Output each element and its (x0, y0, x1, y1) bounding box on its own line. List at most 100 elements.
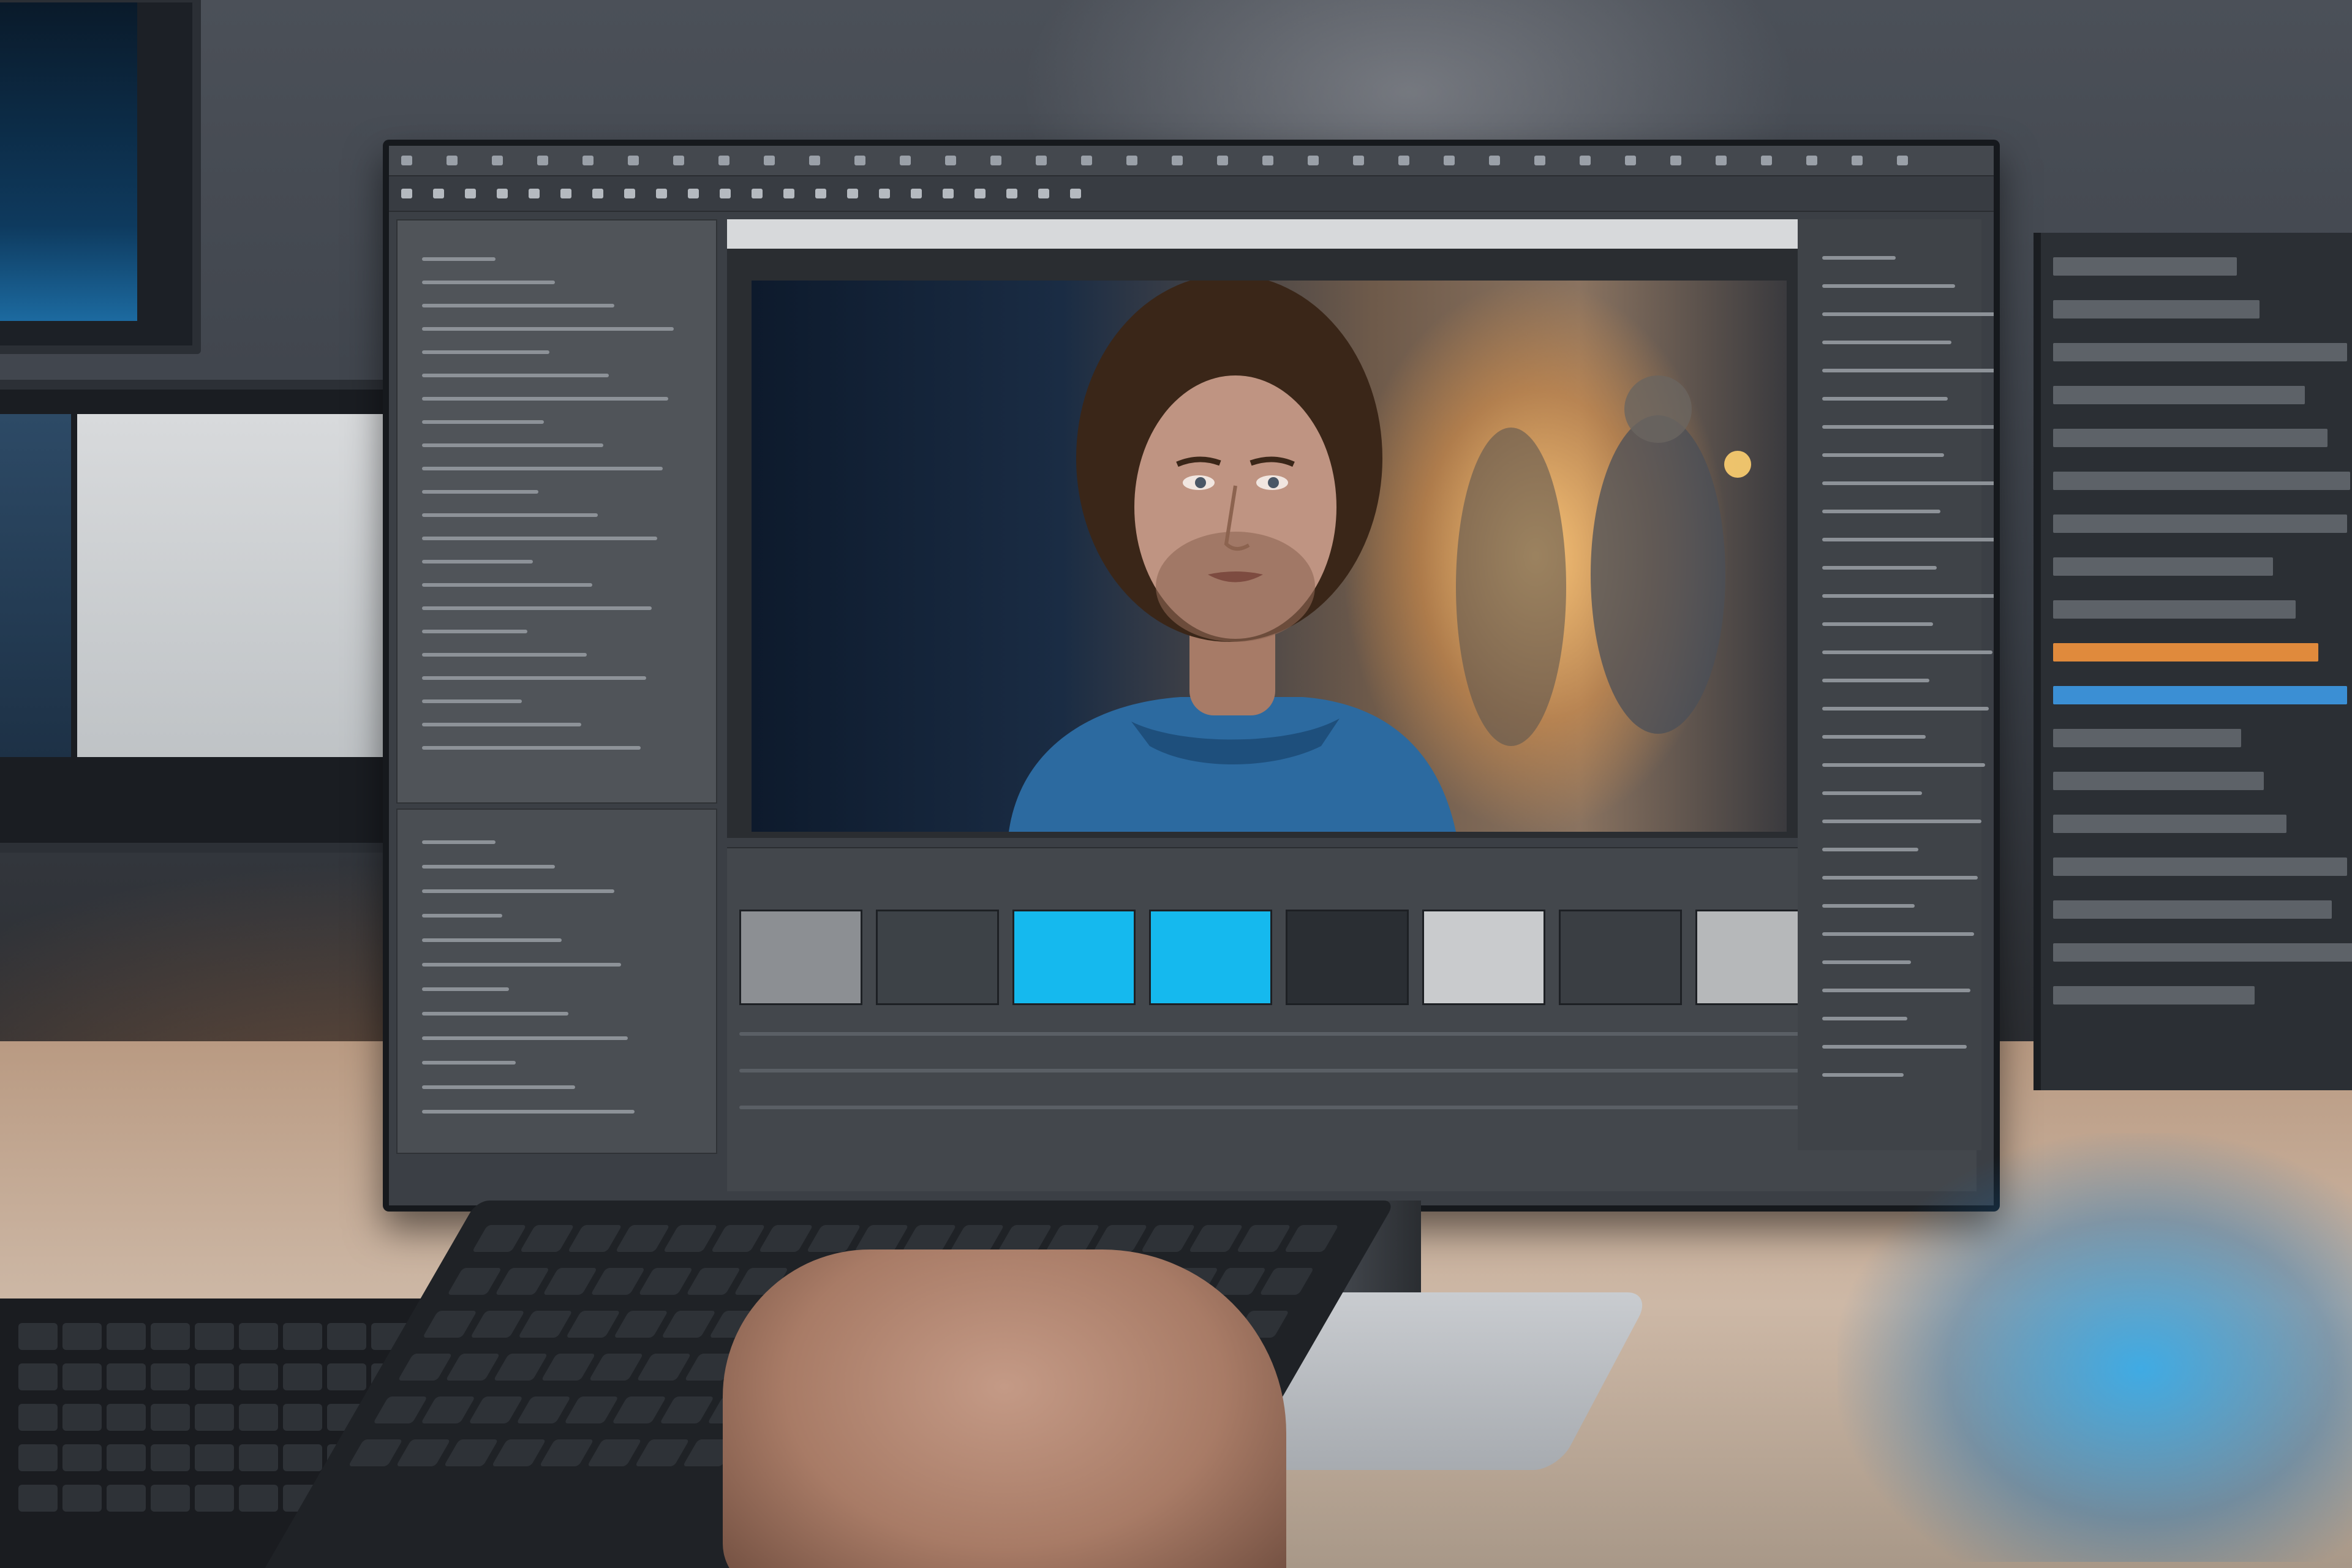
panel-row[interactable] (422, 560, 533, 564)
panel-row[interactable] (422, 676, 646, 680)
keyboard-key[interactable] (686, 1268, 741, 1295)
toolbar-icon[interactable] (1006, 189, 1017, 198)
toolbar-icon[interactable] (592, 189, 603, 198)
keyboard-key[interactable] (636, 1354, 692, 1381)
toolbar-icon[interactable] (752, 189, 763, 198)
keyboard-key[interactable] (587, 1439, 642, 1466)
panel-row[interactable] (422, 327, 674, 331)
menu-icon[interactable] (1081, 156, 1092, 165)
menu-icon[interactable] (1534, 156, 1545, 165)
panel-row[interactable] (1822, 960, 1911, 964)
panel-row[interactable] (422, 374, 609, 377)
keyboard-key[interactable] (997, 1225, 1052, 1252)
panel-row[interactable] (422, 963, 621, 967)
keyboard-key[interactable] (445, 1354, 500, 1381)
panel-row[interactable] (1822, 622, 1933, 626)
panel-row[interactable] (1822, 369, 1994, 372)
panel-row[interactable] (422, 490, 538, 494)
keyboard-key[interactable] (1236, 1225, 1291, 1252)
program-monitor[interactable] (727, 219, 1805, 838)
project-panel[interactable] (396, 809, 717, 1154)
menu-icon[interactable] (1036, 156, 1047, 165)
panel-row[interactable] (422, 397, 668, 401)
menu-icon[interactable] (1172, 156, 1183, 165)
toolbar-icon[interactable] (974, 189, 986, 198)
menu-icon[interactable] (1716, 156, 1727, 165)
panel-row[interactable] (1822, 1073, 1904, 1077)
menu-icon[interactable] (492, 156, 503, 165)
panel-row[interactable] (1822, 1017, 1907, 1020)
keyboard-key[interactable] (541, 1354, 596, 1381)
toolbar-icon[interactable] (465, 189, 476, 198)
panel-row[interactable] (422, 443, 603, 447)
panel-row[interactable] (422, 746, 641, 750)
keyboard-key[interactable] (854, 1225, 909, 1252)
panel-row[interactable] (422, 1085, 575, 1089)
keyboard-key[interactable] (398, 1354, 453, 1381)
toolbar-icon[interactable] (911, 189, 922, 198)
panel-row[interactable] (422, 350, 549, 354)
panel-row[interactable] (1822, 538, 1994, 541)
panel-row[interactable] (1822, 425, 1994, 429)
toolbar-icon[interactable] (656, 189, 667, 198)
keyboard-key[interactable] (758, 1225, 813, 1252)
timeline-clip[interactable] (739, 910, 862, 1005)
keyboard-key[interactable] (422, 1311, 478, 1338)
timeline-panel[interactable] (727, 847, 1977, 1191)
keyboard-key[interactable] (589, 1354, 644, 1381)
panel-row[interactable] (422, 304, 614, 307)
keyboard-key[interactable] (470, 1311, 526, 1338)
menu-icon[interactable] (1217, 156, 1228, 165)
timeline-clip[interactable] (876, 910, 999, 1005)
keyboard-key[interactable] (516, 1396, 571, 1423)
menu-icon[interactable] (401, 156, 412, 165)
toolbar-icon[interactable] (847, 189, 858, 198)
menu-bar[interactable] (389, 146, 1994, 176)
toolbar-icon[interactable] (560, 189, 571, 198)
keyboard-key[interactable] (348, 1439, 403, 1466)
keyboard-key[interactable] (806, 1225, 861, 1252)
panel-row[interactable] (1822, 510, 1940, 513)
panel-row[interactable] (1822, 735, 1926, 739)
keyboard-key[interactable] (902, 1225, 957, 1252)
panel-row[interactable] (422, 914, 502, 918)
menu-icon[interactable] (1761, 156, 1772, 165)
panel-row[interactable] (1822, 679, 1929, 682)
panel-row[interactable] (422, 513, 598, 517)
panel-row[interactable] (1822, 566, 1937, 570)
toolbar-icon[interactable] (433, 189, 444, 198)
menu-icon[interactable] (1489, 156, 1500, 165)
panel-row[interactable] (422, 257, 496, 261)
keyboard-key[interactable] (638, 1268, 693, 1295)
menu-icon[interactable] (1580, 156, 1591, 165)
panel-row[interactable] (1822, 284, 1955, 288)
menu-icon[interactable] (1126, 156, 1137, 165)
toolbar-icon[interactable] (529, 189, 540, 198)
panel-row[interactable] (422, 1036, 628, 1040)
keyboard-key[interactable] (1212, 1268, 1267, 1295)
keyboard-key[interactable] (565, 1311, 621, 1338)
menu-icon[interactable] (1262, 156, 1273, 165)
panel-row[interactable] (422, 889, 614, 893)
timeline-clip[interactable] (1286, 910, 1409, 1005)
effects-panel[interactable] (396, 219, 717, 804)
panel-row[interactable] (1822, 989, 1970, 992)
toolbar[interactable] (389, 176, 1994, 212)
panel-row[interactable] (422, 281, 555, 284)
panel-row[interactable] (422, 1012, 568, 1016)
menu-icon[interactable] (809, 156, 820, 165)
keyboard-key[interactable] (710, 1225, 766, 1252)
panel-row[interactable] (1822, 594, 1994, 598)
timeline-clip[interactable] (1422, 910, 1545, 1005)
menu-icon[interactable] (1897, 156, 1908, 165)
panel-row[interactable] (1822, 453, 1944, 457)
panel-row[interactable] (1822, 1045, 1967, 1049)
panel-row[interactable] (422, 467, 663, 470)
menu-icon[interactable] (1398, 156, 1409, 165)
keyboard-key[interactable] (615, 1225, 670, 1252)
menu-icon[interactable] (1444, 156, 1455, 165)
keyboard-key[interactable] (491, 1439, 546, 1466)
timeline-clip[interactable] (1559, 910, 1682, 1005)
panel-row[interactable] (1822, 820, 1981, 823)
keyboard-key[interactable] (949, 1225, 1005, 1252)
